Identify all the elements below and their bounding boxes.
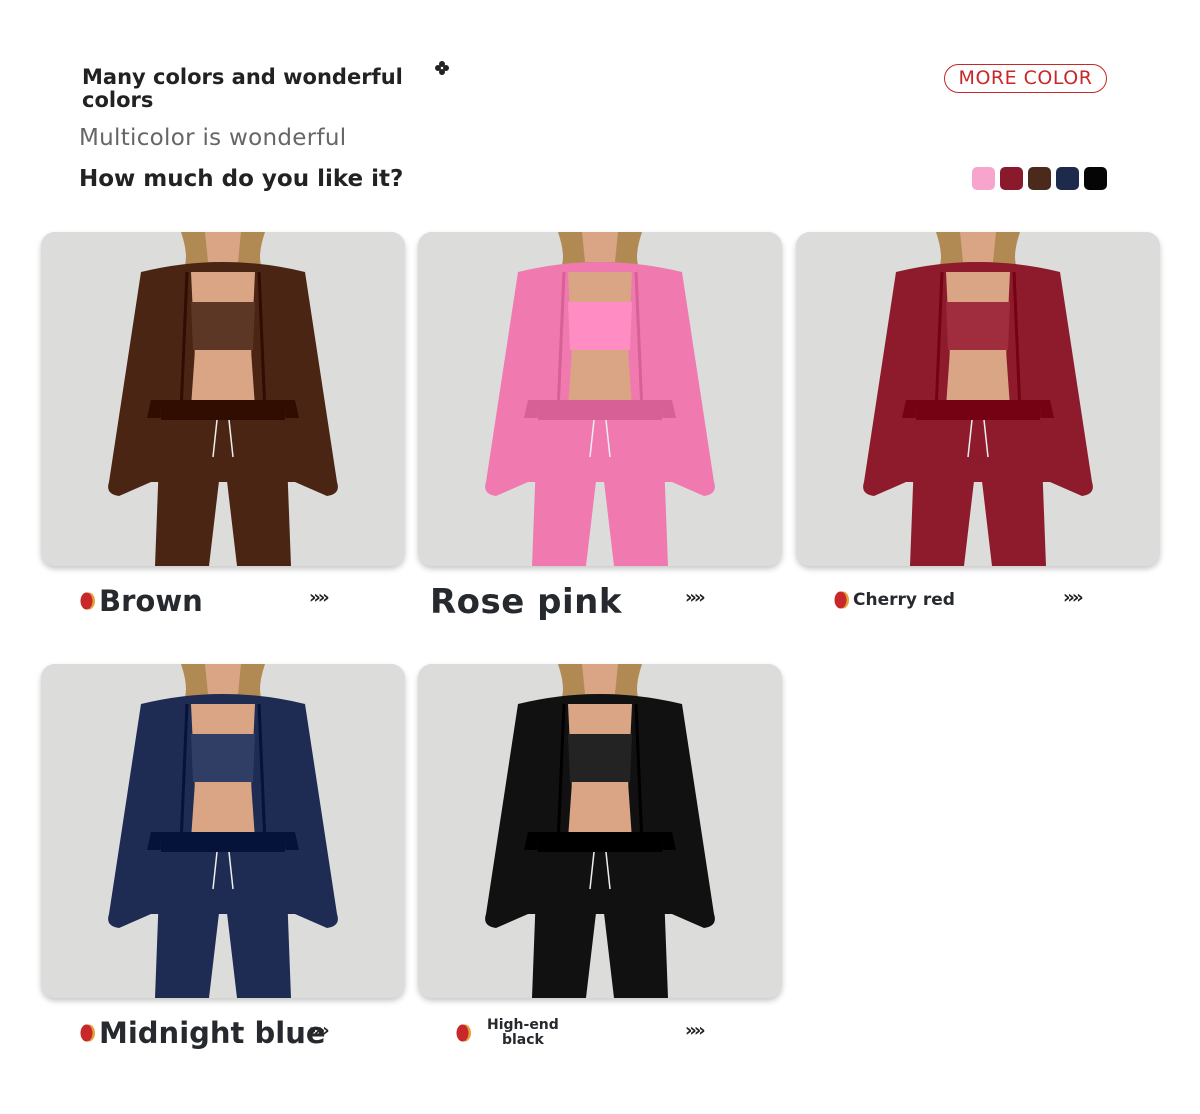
product-image-high-end-black[interactable] [418,664,782,998]
product-image-cherry-red[interactable] [796,232,1160,566]
product-label-midnight-blue: Midnight blue [80,1016,326,1050]
more-arrows-cherry-red[interactable]: ›››› [1063,587,1084,608]
product-name: Midnight blue [99,1016,326,1050]
model-illustration [418,664,782,998]
product-label-high-end-black: High-end black [456,1018,559,1048]
more-arrows-midnight-blue[interactable]: ›››› [309,1020,330,1041]
product-name: Cherry red [853,590,955,610]
swatch-pink[interactable] [972,167,995,190]
color-dot-icon [80,592,95,610]
model-illustration [796,232,1160,566]
color-dot-icon [456,1024,471,1042]
product-image-midnight-blue[interactable] [41,664,405,998]
swatch-black[interactable] [1084,167,1107,190]
section-title: Many colors and wonderful colors [82,65,403,112]
product-name: Rose pink [430,582,622,622]
product-image-brown[interactable] [41,232,405,566]
model-illustration [41,232,405,566]
section-question: How much do you like it? [79,166,404,192]
section-subtitle: Multicolor is wonderful [79,125,347,151]
more-arrows-brown[interactable]: ›››› [309,587,330,608]
model-illustration [418,232,782,566]
product-label-rose-pink: Rose pink [430,582,622,622]
product-label-cherry-red: Cherry red [834,590,955,610]
color-dot-icon [80,1024,95,1042]
more-arrows-high-end-black[interactable]: ›››› [685,1020,706,1041]
product-label-brown: Brown [80,584,203,618]
swatch-navy[interactable] [1056,167,1079,190]
product-name-line1: High-end [487,1017,559,1033]
product-image-rose-pink[interactable] [418,232,782,566]
product-name-line2: black [501,1032,544,1048]
flower-icon [435,61,449,75]
swatch-cherry-red[interactable] [1000,167,1023,190]
more-arrows-rose-pink[interactable]: ›››› [685,587,706,608]
more-color-button[interactable]: MORE COLOR [944,64,1107,93]
color-swatches [972,167,1107,191]
model-illustration [41,664,405,998]
swatch-brown[interactable] [1028,167,1051,190]
color-dot-icon [834,591,849,609]
product-name: Brown [99,584,203,618]
